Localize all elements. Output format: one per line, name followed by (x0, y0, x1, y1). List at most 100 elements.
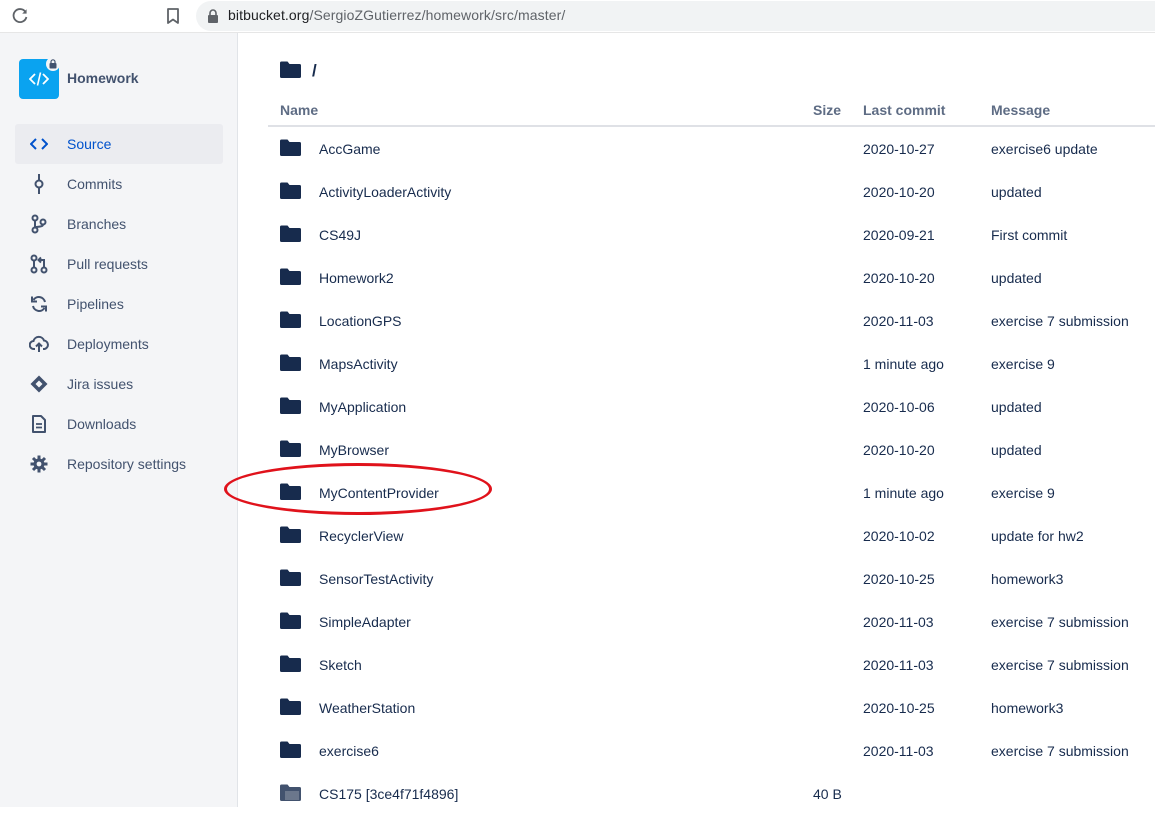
url-field[interactable]: bitbucket.org/SergioZGutierrez/homework/… (196, 1, 1155, 31)
branch-icon (29, 214, 49, 234)
sidebar-item-branches[interactable]: Branches (15, 204, 223, 244)
last-commit-date: 2020-10-27 (863, 141, 935, 157)
column-header-name[interactable]: Name (280, 102, 318, 118)
folder-icon (280, 139, 301, 156)
folder-icon (280, 397, 301, 414)
folder-icon (280, 182, 301, 199)
column-header-size[interactable]: Size (813, 102, 841, 118)
table-row[interactable]: CS175 [3ce4f71f4896] 40 B (268, 772, 1155, 815)
table-row[interactable]: WeatherStation 2020-10-25 homework3 (268, 686, 1155, 729)
private-lock-badge (46, 57, 60, 71)
file-name-link[interactable]: MyBrowser (319, 442, 389, 458)
folder-icon (280, 311, 301, 328)
sidebar-item-commits[interactable]: Commits (15, 164, 223, 204)
file-name-link[interactable]: AccGame (319, 141, 380, 157)
sidebar-item-deployments[interactable]: Deployments (15, 324, 223, 364)
repo-nav: Source Commits Branches Pull requests Pi… (15, 124, 223, 484)
deployment-cloud-icon (29, 335, 49, 353)
repo-name[interactable]: Homework (67, 70, 139, 86)
table-row[interactable]: MapsActivity 1 minute ago exercise 9 (268, 342, 1155, 385)
file-name-link[interactable]: RecyclerView (319, 528, 404, 544)
commit-message: exercise6 update (991, 141, 1098, 157)
sidebar-item-label: Pipelines (67, 296, 124, 312)
table-row[interactable]: RecyclerView 2020-10-02 update for hw2 (268, 514, 1155, 557)
commit-message: exercise 9 (991, 356, 1055, 372)
file-name-link[interactable]: SimpleAdapter (319, 614, 411, 630)
repo-sidebar: Homework Source Commits Branches Pull re… (0, 33, 238, 807)
column-header-last-commit[interactable]: Last commit (863, 102, 945, 118)
url-text: bitbucket.org/SergioZGutierrez/homework/… (228, 7, 565, 23)
folder-icon (280, 440, 301, 457)
table-header: Name Size Last commit Message (268, 101, 1155, 127)
table-row[interactable]: ActivityLoaderActivity 2020-10-20 updated (268, 170, 1155, 213)
sidebar-item-pull-requests[interactable]: Pull requests (15, 244, 223, 284)
file-name-link[interactable]: MyContentProvider (319, 485, 439, 501)
file-name-link[interactable]: SensorTestActivity (319, 571, 433, 587)
submodule-folder-icon (280, 784, 301, 801)
table-row[interactable]: Homework2 2020-10-20 updated (268, 256, 1155, 299)
folder-icon (280, 61, 301, 78)
sidebar-item-jira-issues[interactable]: Jira issues (15, 364, 223, 404)
last-commit-date: 1 minute ago (863, 485, 944, 501)
commit-message: updated (991, 442, 1042, 458)
commit-message: exercise 7 submission (991, 743, 1129, 759)
file-name-link[interactable]: Sketch (319, 657, 362, 673)
file-name-link[interactable]: Homework2 (319, 270, 394, 286)
sidebar-item-label: Pull requests (67, 256, 148, 272)
file-name-link[interactable]: CS49J (319, 227, 361, 243)
table-row[interactable]: MyApplication 2020-10-06 updated (268, 385, 1155, 428)
commit-message: exercise 7 submission (991, 313, 1129, 329)
commit-message: updated (991, 270, 1042, 286)
source-browser: / Name Size Last commit Message AccGame 2… (224, 33, 1155, 807)
url-host: bitbucket.org (228, 7, 310, 23)
file-name-link[interactable]: CS175 [3ce4f71f4896] (319, 786, 458, 802)
sidebar-item-downloads[interactable]: Downloads (15, 404, 223, 444)
table-row[interactable]: MyBrowser 2020-10-20 updated (268, 428, 1155, 471)
document-icon (29, 415, 49, 433)
column-header-message[interactable]: Message (991, 102, 1050, 118)
last-commit-date: 2020-11-03 (863, 743, 934, 759)
gear-icon (29, 455, 49, 473)
file-name-link[interactable]: MyApplication (319, 399, 406, 415)
table-row[interactable]: Sketch 2020-11-03 exercise 7 submission (268, 643, 1155, 686)
file-name-link[interactable]: ActivityLoaderActivity (319, 184, 451, 200)
folder-icon (280, 526, 301, 543)
table-row[interactable]: MyContentProvider 1 minute ago exercise 9 (268, 471, 1155, 514)
commit-message: exercise 7 submission (991, 614, 1129, 630)
table-row[interactable]: CS49J 2020-09-21 First commit (268, 213, 1155, 256)
jira-icon (29, 375, 49, 393)
commit-message: exercise 9 (991, 485, 1055, 501)
sidebar-item-source[interactable]: Source (15, 124, 223, 164)
sidebar-item-label: Downloads (67, 416, 137, 432)
folder-icon (280, 354, 301, 371)
folder-icon (280, 655, 301, 672)
sidebar-item-repository-settings[interactable]: Repository settings (15, 444, 223, 484)
table-row[interactable]: AccGame 2020-10-27 exercise6 update (268, 127, 1155, 170)
table-row[interactable]: LocationGPS 2020-11-03 exercise 7 submissi… (268, 299, 1155, 342)
sidebar-item-label: Deployments (67, 336, 149, 352)
table-row[interactable]: exercise6 2020-11-03 exercise 7 submission (268, 729, 1155, 772)
file-size: 40 B (813, 786, 842, 802)
folder-icon (280, 698, 301, 715)
file-name-link[interactable]: WeatherStation (319, 700, 415, 716)
commit-message: updated (991, 399, 1042, 415)
last-commit-date: 2020-11-03 (863, 657, 934, 673)
sidebar-item-pipelines[interactable]: Pipelines (15, 284, 223, 324)
table-row[interactable]: SensorTestActivity 2020-10-25 homework3 (268, 557, 1155, 600)
file-name-link[interactable]: LocationGPS (319, 313, 402, 329)
folder-icon (280, 483, 301, 500)
commit-message: exercise 7 submission (991, 657, 1129, 673)
last-commit-date: 2020-10-25 (863, 700, 935, 716)
folder-icon (280, 741, 301, 758)
last-commit-date: 2020-09-21 (863, 227, 935, 243)
last-commit-date: 2020-11-03 (863, 313, 934, 329)
source-code-icon (29, 135, 49, 153)
bookmark-icon[interactable] (165, 7, 181, 25)
sidebar-item-label: Repository settings (67, 456, 187, 472)
commit-message: update for hw2 (991, 528, 1084, 544)
table-row[interactable]: SimpleAdapter 2020-11-03 exercise 7 submis… (268, 600, 1155, 643)
sidebar-item-label: Source (67, 136, 112, 152)
file-name-link[interactable]: exercise6 (319, 743, 379, 759)
reload-icon[interactable] (11, 7, 29, 25)
file-name-link[interactable]: MapsActivity (319, 356, 398, 372)
